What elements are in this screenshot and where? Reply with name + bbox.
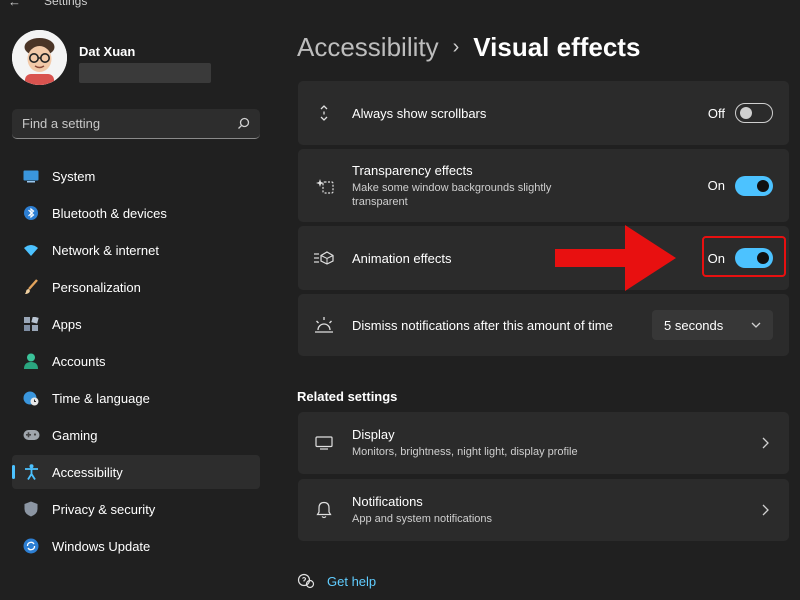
dropdown-value: 5 seconds [664,317,724,333]
apps-icon [22,315,40,333]
profile-name: Dat Xuan [79,44,136,59]
breadcrumb-separator: › [452,36,460,58]
setting-description: Monitors, brightness, night light, displ… [352,446,578,458]
transparency-toggle[interactable] [735,175,773,196]
toggle-state-label: Off [707,105,725,121]
sidebar-item-label: Privacy & security [52,501,156,517]
page-title: Visual effects [473,32,641,62]
globe-clock-icon [22,389,40,407]
setting-title: Notifications [352,494,423,509]
chevron-right-icon [762,504,769,516]
sidebar-item-label: Apps [52,316,82,332]
profile-email-redacted [79,63,211,83]
setting-always-show-scrollbars: Always show scrollbars Off [298,81,789,145]
setting-description-line: transparent [352,195,408,208]
display-monitor-icon [314,433,334,453]
update-icon [22,537,40,555]
sidebar-item-windows-update[interactable]: Windows Update [12,529,260,563]
red-arrow-annotation-icon [555,225,676,291]
get-help-label: Get help [327,573,377,589]
setting-transparency-effects: Transparency effects Make some window ba… [298,149,789,222]
animation-effects-icon [314,248,334,268]
sidebar-item-apps[interactable]: Apps [12,307,260,341]
setting-title: Transparency effects [352,162,473,178]
setting-title: Always show scrollbars [352,105,487,121]
sidebar-item-network[interactable]: Network & internet [12,233,260,267]
brightness-sun-icon [314,315,334,335]
setting-title: Dismiss notifications after this amount … [352,317,613,333]
sidebar-item-accessibility[interactable]: Accessibility [12,455,260,489]
sidebar-item-label: Gaming [52,427,98,443]
back-arrow-icon[interactable]: ← [8,0,28,9]
toggle-knob [757,179,769,192]
brush-icon [22,278,40,296]
user-profile[interactable]: Dat Xuan [12,30,211,85]
related-settings-heading: Related settings [297,389,398,404]
setting-dismiss-notifications: Dismiss notifications after this amount … [298,294,789,356]
person-icon [22,352,40,370]
chevron-down-icon [751,322,761,328]
sidebar-item-label: Time & language [52,390,150,406]
sidebar-item-privacy-security[interactable]: Privacy & security [12,492,260,526]
bluetooth-icon [22,204,40,222]
sidebar-nav: System Bluetooth & devices Network & int… [12,159,260,566]
search-input[interactable]: Find a setting [12,109,260,139]
get-help-link[interactable]: Get help [297,573,376,589]
shield-icon [22,500,40,518]
scrollbar-arrows-icon [314,103,334,123]
sidebar-item-personalization[interactable]: Personalization [12,270,260,304]
related-display-link[interactable]: Display Monitors, brightness, night ligh… [298,412,789,474]
chevron-right-icon [762,437,769,449]
setting-description-line: Make some window backgrounds slightly [352,181,552,194]
avatar [12,30,67,85]
accessibility-icon [22,463,40,481]
sidebar-item-label: Bluetooth & devices [52,205,167,221]
bell-icon [314,500,334,520]
dismiss-duration-dropdown[interactable]: 5 seconds [652,310,773,340]
sidebar-item-label: Accounts [52,353,106,369]
transparency-sparkle-icon [314,176,334,196]
memoji-avatar-icon [12,30,67,85]
search-icon [238,117,250,129]
setting-description: App and system notifications [352,513,493,525]
gamepad-icon [22,426,40,444]
breadcrumb: Accessibility › Visual effects [297,32,640,63]
setting-title: Display [352,427,395,442]
breadcrumb-parent-link[interactable]: Accessibility [297,32,439,63]
sidebar-item-gaming[interactable]: Gaming [12,418,260,452]
scrollbars-toggle[interactable] [735,103,773,123]
toggle-state-label: On [707,178,725,193]
sidebar-item-system[interactable]: System [12,159,260,193]
sidebar-item-label: Personalization [52,279,141,295]
search-placeholder: Find a setting [22,116,101,131]
sidebar-item-label: Accessibility [52,464,123,480]
sidebar-item-time-language[interactable]: Time & language [12,381,260,415]
sidebar-item-label: Network & internet [52,242,159,258]
app-title: Settings [44,0,88,8]
monitor-icon [22,167,40,185]
help-chat-icon [297,573,315,589]
sidebar-item-label: System [52,168,96,184]
sidebar-item-bluetooth[interactable]: Bluetooth & devices [12,196,260,230]
sidebar-item-label: Windows Update [52,538,151,554]
sidebar-item-accounts[interactable]: Accounts [12,344,260,378]
red-highlight-box [702,236,786,277]
wifi-icon [22,241,40,259]
title-bar: ← Settings [0,0,87,10]
toggle-knob [740,107,752,119]
related-notifications-link[interactable]: Notifications App and system notificatio… [298,479,789,541]
